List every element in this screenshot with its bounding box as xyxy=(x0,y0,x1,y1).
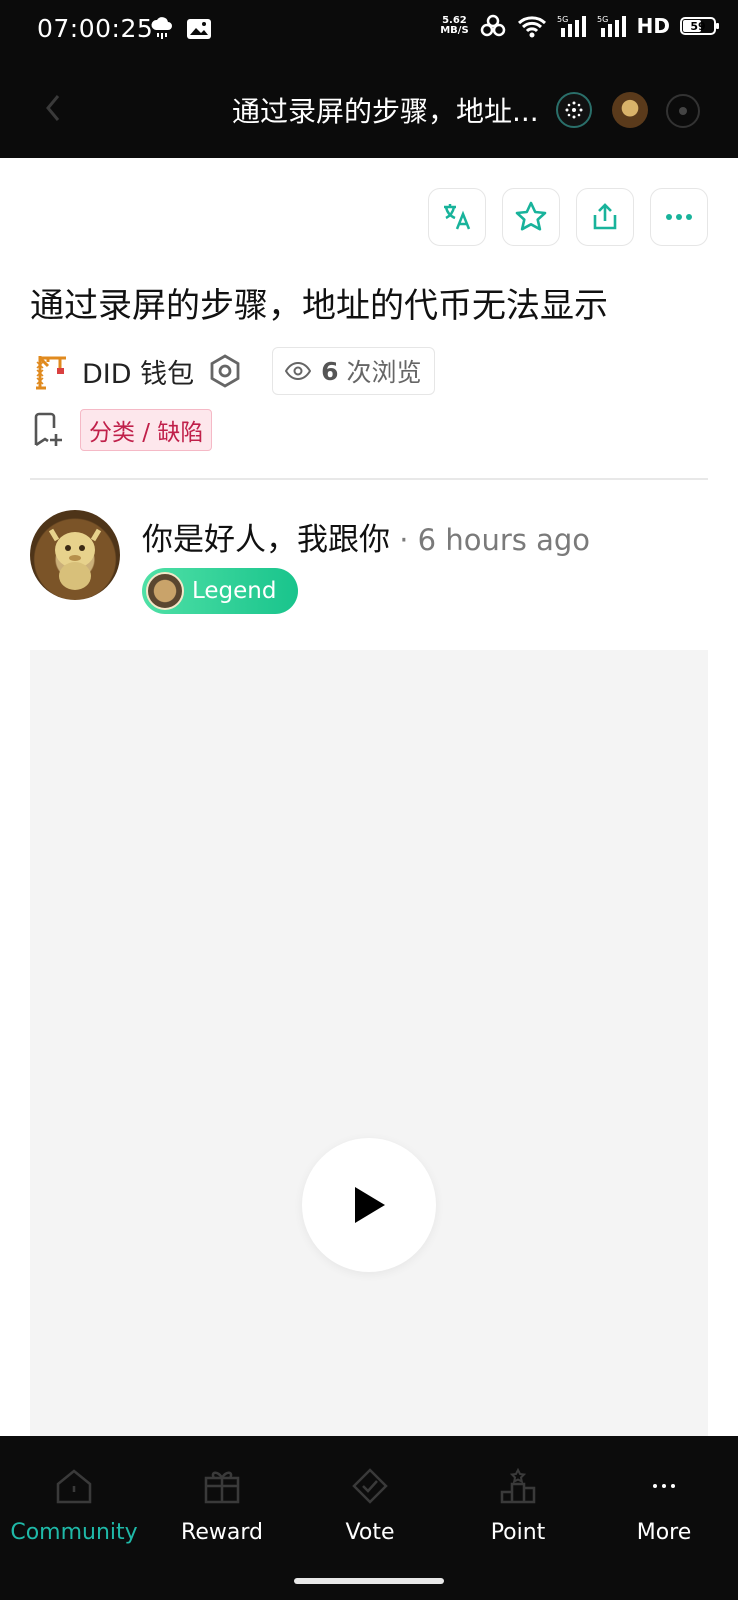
status-bar: 07:00:25 5.62 MB/S 5G 5G HD 59 xyxy=(0,0,738,62)
record-icon[interactable] xyxy=(666,94,700,128)
medal-icon xyxy=(146,572,184,610)
nav-label: Vote xyxy=(345,1520,395,1545)
nav-vote[interactable]: Vote xyxy=(296,1460,444,1545)
status-right-icons: 5.62 MB/S 5G 5G HD 59 xyxy=(440,14,719,38)
back-icon[interactable] xyxy=(38,90,74,126)
author-separator: · xyxy=(390,523,418,557)
badge-label: Legend xyxy=(192,578,277,604)
podium-icon xyxy=(500,1467,536,1504)
category-tag[interactable]: 分类 / 缺陷 xyxy=(80,409,213,451)
video-placeholder[interactable] xyxy=(30,650,708,1436)
author-name[interactable]: 你是好人，我跟你 xyxy=(142,522,390,558)
add-bookmark-icon[interactable] xyxy=(30,412,64,448)
play-button[interactable] xyxy=(302,1138,436,1272)
vote-icon xyxy=(352,1468,388,1504)
signal-5g-icon: 5G xyxy=(557,15,586,37)
nav-label: Point xyxy=(490,1520,546,1545)
post-time: 6 hours ago xyxy=(417,523,590,557)
link-icon xyxy=(480,14,505,37)
nav-more[interactable]: More xyxy=(590,1460,738,1545)
status-time: 07:00:25 xyxy=(37,14,154,43)
translate-button[interactable] xyxy=(428,188,486,246)
user-avatar-small[interactable] xyxy=(612,92,648,128)
divider xyxy=(30,478,708,480)
crane-icon xyxy=(36,356,66,390)
home-indicator[interactable] xyxy=(294,1578,444,1584)
star-icon xyxy=(515,201,547,231)
net-speed: 5.62 MB/S xyxy=(440,15,469,36)
svg-text:5G: 5G xyxy=(557,15,568,24)
gift-icon xyxy=(204,1471,240,1504)
author-avatar[interactable] xyxy=(30,510,120,600)
image-notification-icon xyxy=(187,19,211,39)
forum-name[interactable]: DID 钱包 xyxy=(82,352,194,391)
nav-label: Reward xyxy=(181,1520,263,1545)
bottom-nav: Community Reward Vote Point More xyxy=(0,1436,738,1600)
dots-cluster-icon xyxy=(565,101,583,119)
share-icon xyxy=(593,203,617,230)
settings-hex-icon[interactable] xyxy=(208,354,242,388)
views-counter: 6 次浏览 xyxy=(272,347,435,395)
wifi-icon xyxy=(517,16,546,38)
views-label: 次浏览 xyxy=(346,358,422,387)
post-title: 通过录屏的步骤，地址的代币无法显示 xyxy=(30,286,608,326)
more-icon xyxy=(666,214,692,220)
nav-label: Community xyxy=(10,1520,138,1545)
legend-badge: Legend xyxy=(142,568,298,614)
post-meta: DID 钱包 6 次浏览 xyxy=(30,346,435,396)
share-button[interactable] xyxy=(576,188,634,246)
weather-icon xyxy=(151,17,172,39)
nav-point[interactable]: Point xyxy=(444,1460,592,1545)
more-options-button[interactable] xyxy=(650,188,708,246)
avatar-character-icon xyxy=(48,528,102,590)
hd-label: HD xyxy=(636,14,670,38)
dapp-icon[interactable] xyxy=(556,92,592,128)
nav-label: More xyxy=(636,1520,692,1545)
eye-icon xyxy=(285,362,312,380)
tag-row: 分类 / 缺陷 xyxy=(30,409,213,451)
play-icon xyxy=(355,1187,385,1223)
home-icon xyxy=(56,1469,92,1504)
favorite-button[interactable] xyxy=(502,188,560,246)
more-dots-icon xyxy=(653,1484,675,1488)
views-count: 6 xyxy=(321,356,339,386)
svg-text:5G: 5G xyxy=(597,15,608,24)
nav-community[interactable]: Community xyxy=(0,1460,148,1545)
top-bar: 通过录屏的步骤，地址... xyxy=(0,62,738,158)
author-line: 你是好人，我跟你 · 6 hours ago xyxy=(142,514,590,559)
translate-icon xyxy=(444,204,471,230)
status-left-icons xyxy=(150,16,212,42)
author-row: 你是好人，我跟你 · 6 hours ago Legend xyxy=(30,510,710,620)
post-actions xyxy=(428,188,708,246)
top-bar-title: 通过录屏的步骤，地址... xyxy=(232,95,539,128)
signal-5g-icon-2: 5G xyxy=(597,15,626,37)
battery-icon: 59 xyxy=(680,17,719,35)
nav-reward[interactable]: Reward xyxy=(148,1460,296,1545)
